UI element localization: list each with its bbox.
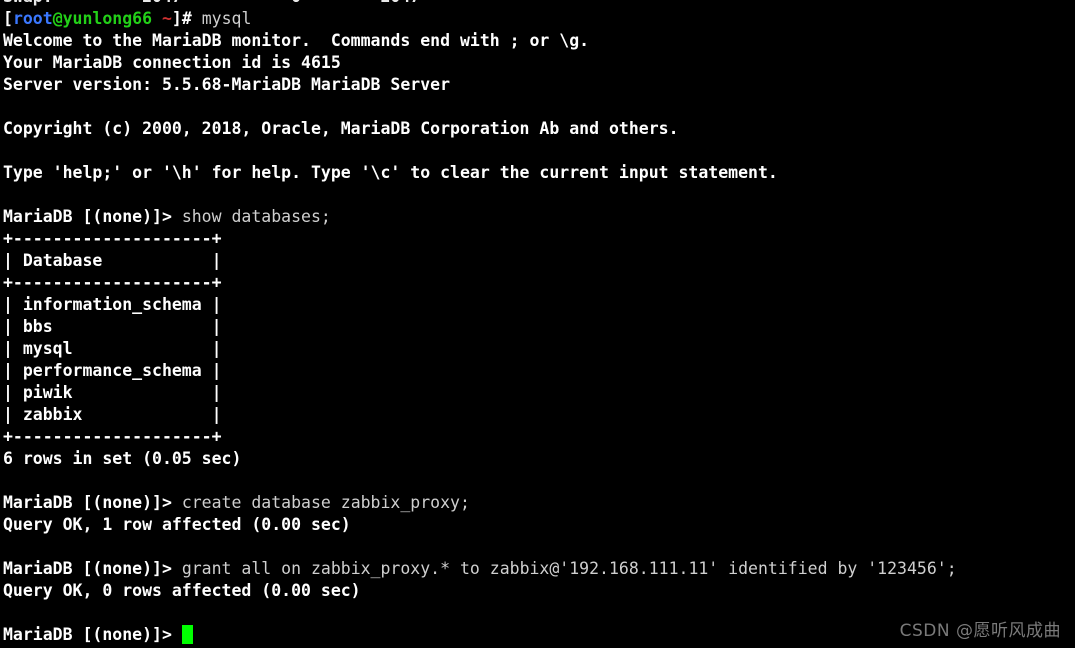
terminal-window[interactable]: Swap: 2047 0 2047 [root@yunlong66 ~]# my… xyxy=(0,0,1075,648)
mysql-command-line-show-databases: MariaDB [(none)]> show databases; xyxy=(0,206,1075,228)
table-border-bottom: +--------------------+ xyxy=(3,427,222,446)
mysql-command-text: create database zabbix_proxy; xyxy=(181,493,470,512)
mysql-command-text: grant all on zabbix_proxy.* to zabbix@'1… xyxy=(181,559,957,578)
table-row: | zabbix | xyxy=(3,405,222,424)
banner-copyright: Copyright (c) 2000, 2018, Oracle, MariaD… xyxy=(3,119,679,138)
table-border-mid: +--------------------+ xyxy=(3,273,222,292)
table-row-count: 6 rows in set (0.05 sec) xyxy=(3,449,242,468)
prompt-host: @yunlong66 xyxy=(52,9,153,28)
table-row: | piwik | xyxy=(3,383,222,402)
terminal-screen: Swap: 2047 0 2047 [root@yunlong66 ~]# my… xyxy=(0,0,1075,646)
mysql-command-line-grant: MariaDB [(none)]> grant all on zabbix_pr… xyxy=(0,558,1075,580)
banner-help-hint: Type 'help;' or '\h' for help. Type '\c'… xyxy=(3,163,778,182)
mysql-command-line-create-database: MariaDB [(none)]> create database zabbix… xyxy=(0,492,1075,514)
prompt-open-bracket: [ xyxy=(3,9,13,28)
mysql-command-text: show databases; xyxy=(181,207,331,226)
prompt-user: root xyxy=(12,9,53,28)
table-row: | bbs | xyxy=(3,317,222,336)
text-cursor xyxy=(181,625,193,644)
table-border-top: +--------------------+ xyxy=(3,229,222,248)
banner-connection-id: Your MariaDB connection id is 4615 xyxy=(3,53,341,72)
prompt-sigil: ]# xyxy=(171,9,202,28)
mysql-prompt: MariaDB [(none)]> xyxy=(3,493,182,512)
shell-command-mysql: mysql xyxy=(201,9,252,28)
mysql-result-grant: Query OK, 0 rows affected (0.00 sec) xyxy=(3,581,361,600)
mysql-prompt: MariaDB [(none)]> xyxy=(3,207,182,226)
banner-server-version: Server version: 5.5.68-MariaDB MariaDB S… xyxy=(3,75,451,94)
banner-welcome: Welcome to the MariaDB monitor. Commands… xyxy=(3,31,590,50)
mysql-prompt: MariaDB [(none)]> xyxy=(3,625,182,644)
mysql-prompt: MariaDB [(none)]> xyxy=(3,559,182,578)
table-row: | performance_schema | xyxy=(3,361,222,380)
scrolled-off-line: Swap: 2047 0 2047 xyxy=(0,0,1075,8)
prompt-path: ~ xyxy=(152,9,172,28)
mysql-result-create-database: Query OK, 1 row affected (0.00 sec) xyxy=(3,515,351,534)
table-row: | mysql | xyxy=(3,339,222,358)
shell-prompt-line: [root@yunlong66 ~]# mysql xyxy=(0,8,1075,30)
csdn-watermark: CSDN @愿听风成曲 xyxy=(899,621,1061,641)
table-row: | information_schema | xyxy=(3,295,222,314)
table-header-row: | Database | xyxy=(3,251,222,270)
